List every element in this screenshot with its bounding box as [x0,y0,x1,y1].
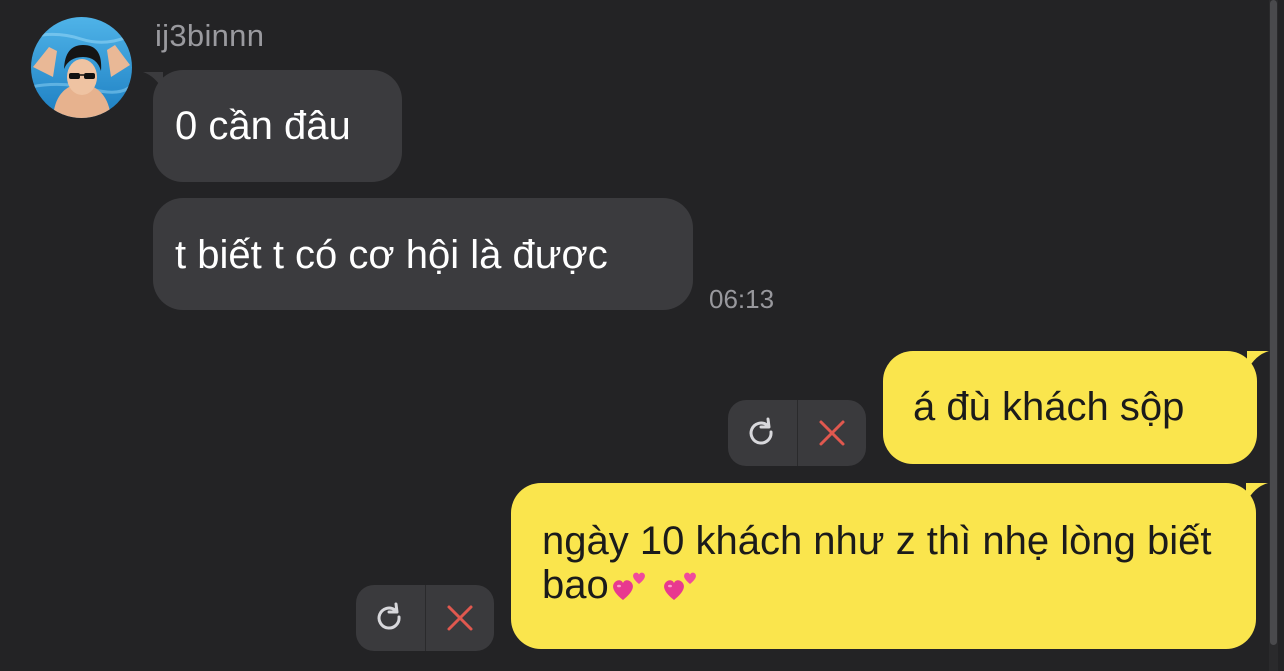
incoming-message-bubble[interactable]: t biết t có cơ hội là được [153,198,693,310]
failed-message-actions [356,585,494,651]
close-icon [447,605,473,631]
message-text: 0 cần đâu [175,104,351,148]
revolving-hearts-icon [660,566,700,613]
bubble-tail-icon [1247,351,1269,371]
delete-button[interactable] [798,400,867,466]
close-icon [819,420,845,446]
sender-name: ij3binnn [155,18,265,53]
retry-icon [749,417,773,445]
incoming-message-bubble[interactable]: 0 cần đâu [143,70,402,182]
retry-button[interactable] [728,400,798,466]
message-text: t biết t có cơ hội là được [175,233,608,277]
failed-message-actions [728,400,866,466]
outgoing-message-bubble[interactable]: á đù khách sộp [883,351,1269,464]
retry-icon [377,602,401,630]
bubble-tail-icon [143,72,163,90]
bubble-tail-icon [1246,483,1268,503]
scrollbar-thumb[interactable] [1270,0,1277,645]
retry-button[interactable] [356,585,426,651]
delete-button[interactable] [426,585,495,651]
chat-view: ij3binnn 0 cần đâu t biết t có cơ hội là… [0,0,1284,671]
message-text: á đù khách sộp [913,385,1185,429]
sender-avatar[interactable] [31,17,132,118]
message-timestamp: 06:13 [709,284,775,314]
scrollbar[interactable] [1269,0,1278,671]
avatar-photo-icon [31,17,132,118]
outgoing-message-bubble[interactable]: ngày 10 khách như z thì nhẹ lòng biết ba… [511,483,1268,649]
revolving-hearts-icon [609,566,649,613]
